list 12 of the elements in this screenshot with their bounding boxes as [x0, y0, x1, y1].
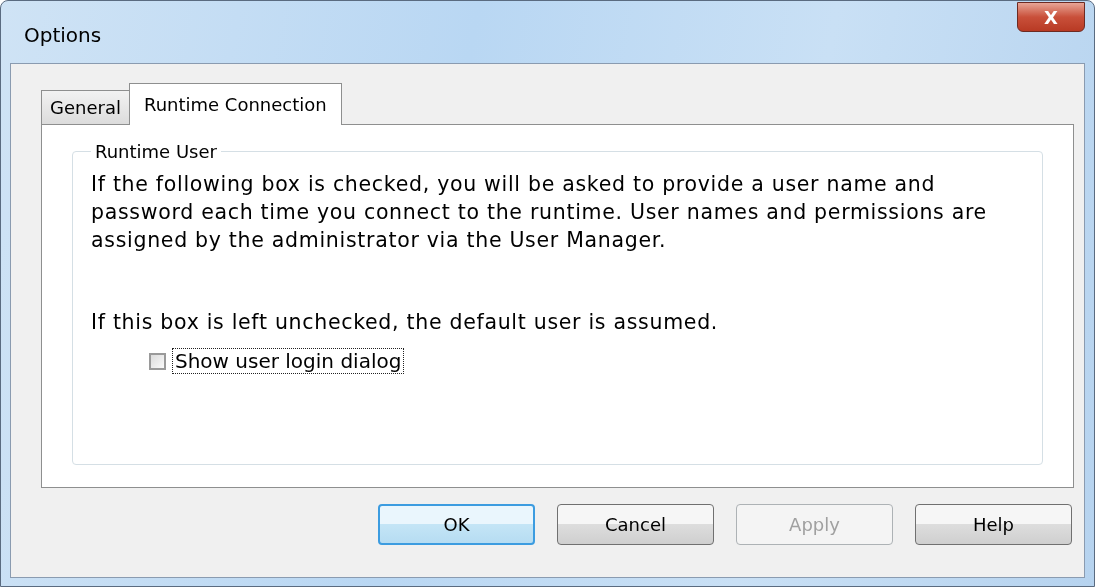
- tab[interactable]: General: [41, 90, 130, 124]
- group-title: Runtime User: [94, 141, 218, 162]
- window-title: Options: [24, 23, 102, 47]
- dialog-button[interactable]: Cancel: [557, 504, 714, 545]
- tab[interactable]: Runtime Connection: [128, 83, 342, 125]
- close-button[interactable]: X: [1017, 2, 1085, 32]
- checkbox-label[interactable]: Show user login dialog: [172, 348, 405, 374]
- dialog-button[interactable]: OK: [378, 504, 535, 545]
- checkbox[interactable]: [149, 352, 166, 370]
- description-text: If this box is left unchecked, the default user is assumed.: [91, 309, 720, 336]
- description-text: If the following box is checked, you will be asked to provide a user name and password each time you connect to the runtime. User names and permissions are assigned by the administrator via the User Manager.: [91, 171, 988, 254]
- dialog-button[interactable]: Help: [915, 504, 1072, 545]
